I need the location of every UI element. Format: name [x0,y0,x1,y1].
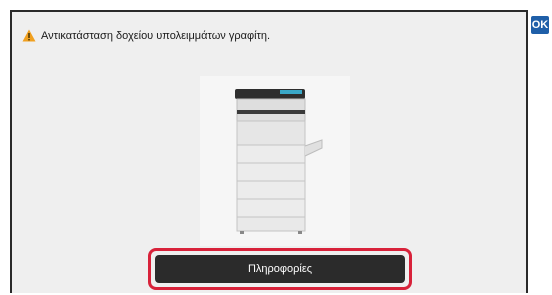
alert-message: Αντικατάσταση δοχείου υπολειμμάτων γραφί… [22,29,270,42]
alert-message-text: Αντικατάσταση δοχείου υπολειμμάτων γραφί… [41,29,271,42]
copier-icon [235,89,323,234]
ok-button[interactable]: OK [531,16,549,34]
info-button[interactable]: Πληροφορίες [155,255,405,283]
warning-icon [22,29,36,42]
printer-illustration [200,76,350,246]
